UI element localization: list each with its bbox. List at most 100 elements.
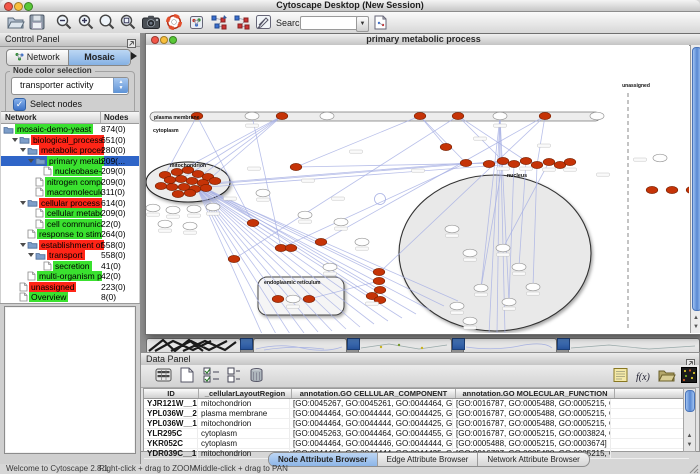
network-node-empty[interactable] (445, 225, 459, 233)
network-node[interactable] (171, 168, 183, 175)
network-node-empty[interactable] (493, 112, 507, 120)
scroll-down-icon[interactable]: ▼ (691, 323, 700, 332)
network-node-empty[interactable] (463, 317, 477, 325)
table-cell[interactable]: YKR052C (144, 439, 198, 448)
tab-overflow-icon[interactable] (131, 52, 137, 60)
table-cell[interactable]: [GO:0016787, GO:0005488, GO:0005215, G..… (453, 399, 611, 408)
network-node[interactable] (186, 177, 198, 184)
network-node[interactable] (155, 182, 167, 189)
network-node[interactable] (276, 112, 288, 119)
network-node-empty[interactable] (463, 249, 477, 257)
destroy-network-icon[interactable] (233, 14, 251, 31)
table-cell[interactable]: [GO:0016787, GO:0005488, GO:0005215, G..… (453, 419, 611, 428)
network-node[interactable] (666, 186, 678, 193)
tree-expander-icon[interactable] (19, 201, 27, 205)
tree-row[interactable]: Overview8(0) (1, 292, 139, 303)
table-cell[interactable]: mitochondrion (198, 399, 290, 408)
tree-expander-icon[interactable] (19, 243, 27, 247)
tab-network[interactable]: Network (7, 50, 69, 65)
table-cell[interactable]: [GO:0044464, GO:0044446, GO:0044444, G..… (290, 439, 453, 448)
birdseye-view[interactable] (4, 306, 136, 454)
tree-row[interactable]: unassigned223(0) (1, 282, 139, 293)
network-node-empty[interactable] (323, 263, 337, 271)
dropdown-stepper-icon[interactable]: ▲▼ (113, 78, 128, 93)
network-edge[interactable] (420, 116, 466, 163)
network-node[interactable] (452, 112, 464, 119)
network-node-empty[interactable] (512, 263, 526, 271)
help-lifebuoy-icon[interactable] (166, 14, 182, 31)
network-vertical-scrollbar[interactable]: ▲ ▼ (690, 45, 700, 333)
network-node-empty[interactable] (256, 189, 270, 197)
tree-row[interactable]: cellular metabol209(0) (1, 208, 139, 219)
network-node-empty[interactable] (526, 283, 540, 291)
network-node[interactable] (520, 157, 532, 164)
tree-row[interactable]: nitrogen compoun209(0) (1, 177, 139, 188)
select-nodes-checkbox[interactable]: ✓ (13, 98, 26, 111)
background-window-icon[interactable] (240, 338, 253, 350)
background-window-icon[interactable] (557, 338, 570, 350)
tree-row[interactable]: multi-organism pro42(0) (1, 271, 139, 282)
new-attribute-icon[interactable] (180, 367, 194, 388)
network-node[interactable] (543, 158, 555, 165)
network-node[interactable] (374, 286, 386, 293)
tree-row[interactable]: secretion41(0) (1, 261, 139, 272)
table-cell[interactable]: YJR121W__1 (144, 399, 198, 408)
network-node-empty[interactable] (187, 205, 201, 213)
table-cell[interactable]: [GO:0044464, GO:0044444, GO:0044425, G..… (290, 419, 453, 428)
tree-expander-icon[interactable] (27, 159, 35, 163)
table-row[interactable]: YPL036W__2plasma membrane[GO:0044464, GO… (144, 409, 689, 419)
network-canvas[interactable]: plasma membranecytoplasmmitochondrionnuc… (146, 45, 689, 333)
tree-expander-icon[interactable] (11, 138, 19, 142)
table-row[interactable]: YLR295Ccytoplasm[GO:0045263, GO:0044464,… (144, 429, 689, 439)
network-node[interactable] (564, 158, 576, 165)
resize-grip-icon[interactable] (689, 464, 699, 474)
table-row[interactable]: YKR052Ccytoplasm[GO:0044464, GO:0044446,… (144, 439, 689, 449)
tree-row[interactable]: macromolecule311(0) (1, 187, 139, 198)
table-row[interactable]: YJR121W__1mitochondrion[GO:0045267, GO:0… (144, 399, 689, 409)
matrix-heatmap-icon[interactable] (681, 367, 697, 388)
table-cell[interactable]: YDR039C__1 (144, 449, 198, 458)
network-node[interactable] (686, 186, 689, 193)
network-node[interactable] (303, 295, 315, 302)
zoom-out-icon[interactable] (56, 14, 72, 31)
table-mode-icon[interactable] (155, 367, 172, 388)
network-node[interactable] (184, 189, 196, 196)
scroll-up-icon[interactable]: ▲ (691, 314, 700, 323)
network-node-empty[interactable] (474, 284, 488, 292)
tree-expander-icon[interactable] (19, 148, 27, 152)
network-node[interactable] (497, 157, 509, 164)
background-window[interactable] (146, 338, 241, 352)
network-edge[interactable] (205, 116, 282, 183)
network-node[interactable] (414, 112, 426, 119)
table-cell[interactable]: plasma membrane (198, 409, 290, 418)
network-node-empty[interactable] (183, 222, 197, 230)
snapshot-camera-icon[interactable] (142, 15, 160, 32)
zoom-selected-icon[interactable] (120, 14, 136, 31)
search-input[interactable] (300, 16, 358, 30)
network-node-empty[interactable] (245, 112, 259, 120)
tree-row[interactable]: cellular process614(0) (1, 198, 139, 209)
background-window-icon[interactable] (347, 338, 360, 350)
tree-row[interactable]: mosaic-demo-yeast874(0) (1, 124, 139, 135)
network-node-empty[interactable] (146, 204, 160, 212)
table-column-header[interactable]: ID (144, 389, 199, 398)
zoom-fit-icon[interactable] (99, 14, 115, 31)
table-row[interactable]: YPL036W__1mitochondrion[GO:0044464, GO:0… (144, 419, 689, 429)
unselect-attributes-icon[interactable] (227, 367, 241, 388)
network-node-empty[interactable] (590, 112, 604, 120)
function-buil[interactable]: f(x) (635, 369, 653, 387)
table-vertical-scrollbar[interactable]: ▲ ▼ (683, 388, 696, 452)
network-edge[interactable] (537, 116, 545, 165)
network-node[interactable] (440, 143, 452, 150)
table-cell[interactable]: YLR295C (144, 429, 198, 438)
network-node-empty[interactable] (450, 302, 464, 310)
tree-expander-icon[interactable] (27, 253, 35, 257)
vizmapper-icon[interactable] (190, 16, 203, 33)
network-edge[interactable] (458, 116, 526, 161)
tree-row[interactable]: biological_process651(0) (1, 135, 139, 146)
network-node[interactable] (460, 159, 472, 166)
network-node-empty[interactable] (355, 238, 369, 246)
delete-attribute-trash-icon[interactable] (249, 367, 264, 388)
table-cell[interactable]: [GO:0044464, GO:0044444, GO:0044425, G..… (290, 409, 453, 418)
network-node[interactable] (285, 244, 297, 251)
